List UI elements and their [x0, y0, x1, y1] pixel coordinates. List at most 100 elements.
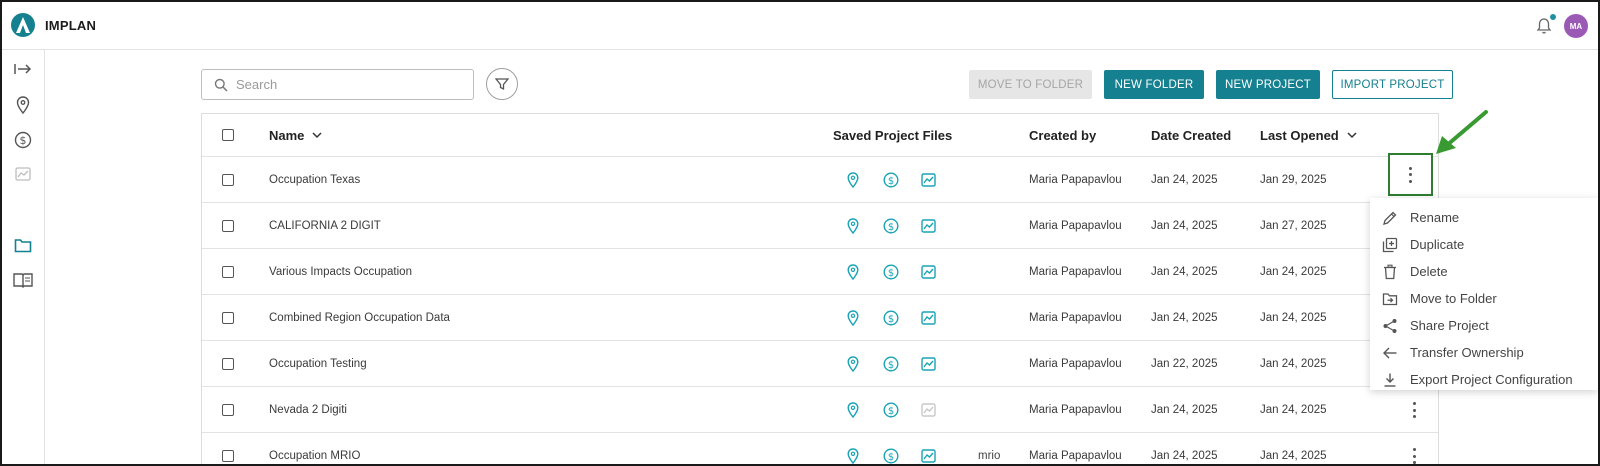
- date-created-header[interactable]: Date Created: [1151, 114, 1231, 156]
- menu-item-move-to-folder[interactable]: Move to Folder: [1370, 285, 1598, 312]
- import-project-button[interactable]: IMPORT PROJECT: [1332, 70, 1453, 99]
- last-opened: Jan 24, 2025: [1260, 312, 1327, 324]
- table-row[interactable]: Occupation Texas $ Maria Papapavlou Jan …: [202, 158, 1438, 203]
- date-created: Jan 22, 2025: [1151, 358, 1218, 370]
- expand-nav-icon[interactable]: [13, 59, 33, 79]
- chart-icon[interactable]: [13, 164, 33, 184]
- created-by: Maria Papapavlou: [1029, 174, 1122, 186]
- table-row[interactable]: CALIFORNIA 2 DIGIT $ Maria Papapavlou Ja…: [202, 204, 1438, 249]
- dollar-icon[interactable]: $: [883, 310, 899, 326]
- pencil-icon: [1382, 210, 1398, 226]
- last-opened-header[interactable]: Last Opened: [1260, 114, 1357, 156]
- more-vertical-icon[interactable]: [1409, 402, 1419, 418]
- chart-icon[interactable]: [920, 172, 936, 188]
- row-checkbox[interactable]: [222, 266, 234, 278]
- table-row[interactable]: Nevada 2 Digiti $ Maria Papapavlou Jan 2…: [202, 388, 1438, 433]
- menu-item-label: Delete: [1410, 264, 1448, 279]
- svg-text:$: $: [888, 268, 894, 279]
- chart-icon[interactable]: [920, 356, 936, 372]
- search-box: [201, 69, 474, 100]
- project-context-menu: Rename Duplicate Delete Move to Folder Share…: [1370, 198, 1598, 390]
- row-checkbox[interactable]: [222, 220, 234, 232]
- svg-text:$: $: [888, 176, 894, 187]
- date-created: Jan 24, 2025: [1151, 312, 1218, 324]
- table-header: Name Saved Project Files Created by Date…: [202, 114, 1438, 157]
- move-to-folder-button[interactable]: MOVE TO FOLDER: [969, 70, 1092, 99]
- location-pin-icon[interactable]: [845, 448, 861, 464]
- row-checkbox[interactable]: [222, 174, 234, 186]
- date-created: Jan 24, 2025: [1151, 266, 1218, 278]
- menu-item-share-project[interactable]: Share Project: [1370, 312, 1598, 339]
- menu-item-duplicate[interactable]: Duplicate: [1370, 231, 1598, 258]
- book-icon[interactable]: [13, 270, 33, 290]
- saved-files-header: Saved Project Files: [833, 127, 953, 143]
- dollar-icon[interactable]: $: [883, 264, 899, 280]
- chart-icon[interactable]: [920, 218, 936, 234]
- location-pin-icon[interactable]: [13, 95, 33, 115]
- dollar-icon[interactable]: $: [883, 356, 899, 372]
- projects-table: Name Saved Project Files Created by Date…: [201, 113, 1439, 466]
- project-name[interactable]: Occupation Testing: [269, 342, 367, 386]
- dollar-icon[interactable]: $: [883, 218, 899, 234]
- table-row[interactable]: Occupation Testing $ Maria Papapavlou Ja…: [202, 342, 1438, 387]
- menu-item-rename[interactable]: Rename: [1370, 204, 1598, 231]
- row-checkbox[interactable]: [222, 450, 234, 462]
- project-name[interactable]: Nevada 2 Digiti: [269, 388, 347, 432]
- table-row[interactable]: Various Impacts Occupation $ Maria Papap…: [202, 250, 1438, 295]
- dollar-icon[interactable]: $: [13, 130, 33, 150]
- chevron-down-icon: [1347, 131, 1357, 138]
- menu-item-label: Rename: [1410, 210, 1460, 225]
- more-vertical-icon[interactable]: [1409, 448, 1419, 464]
- project-name[interactable]: Combined Region Occupation Data: [269, 296, 450, 340]
- menu-item-export-project-configuration[interactable]: Export Project Configuration: [1370, 366, 1598, 393]
- dollar-icon[interactable]: $: [883, 402, 899, 418]
- project-name[interactable]: Occupation Texas: [269, 158, 360, 202]
- row-checkbox[interactable]: [222, 404, 234, 416]
- annotation-arrow-icon: [1436, 110, 1488, 154]
- bell-icon[interactable]: [1536, 17, 1552, 35]
- created-by: Maria Papapavlou: [1029, 404, 1122, 416]
- name-header[interactable]: Name: [269, 114, 322, 156]
- project-name[interactable]: Various Impacts Occupation: [269, 250, 412, 294]
- project-name[interactable]: Occupation MRIO: [269, 434, 360, 466]
- location-pin-icon[interactable]: [845, 172, 861, 188]
- svg-text:$: $: [888, 406, 894, 417]
- created-by-header[interactable]: Created by: [1029, 114, 1096, 156]
- location-pin-icon[interactable]: [845, 310, 861, 326]
- chart-icon[interactable]: [920, 264, 936, 280]
- last-opened: Jan 24, 2025: [1260, 404, 1327, 416]
- saved-files: $: [833, 388, 973, 432]
- row-actions-button-highlighted[interactable]: [1388, 153, 1433, 196]
- menu-item-transfer-ownership[interactable]: Transfer Ownership: [1370, 339, 1598, 366]
- trash-icon: [1382, 264, 1398, 280]
- location-pin-icon[interactable]: [845, 402, 861, 418]
- row-checkbox[interactable]: [222, 312, 234, 324]
- dollar-icon[interactable]: $: [883, 448, 899, 464]
- row-checkbox[interactable]: [222, 358, 234, 370]
- svg-text:$: $: [888, 314, 894, 325]
- folder-icon[interactable]: [13, 235, 33, 255]
- new-folder-button[interactable]: NEW FOLDER: [1104, 70, 1204, 99]
- project-tag: mrio: [978, 450, 1001, 462]
- chart-icon[interactable]: [920, 402, 936, 418]
- last-opened: Jan 24, 2025: [1260, 266, 1327, 278]
- implan-logo-icon[interactable]: [11, 13, 35, 37]
- filter-button[interactable]: [486, 68, 518, 100]
- location-pin-icon[interactable]: [845, 218, 861, 234]
- table-row[interactable]: Occupation MRIO $ mrio Maria Papapavlou …: [202, 434, 1438, 466]
- chart-icon[interactable]: [920, 310, 936, 326]
- table-row[interactable]: Combined Region Occupation Data $ Maria …: [202, 296, 1438, 341]
- last-opened: Jan 24, 2025: [1260, 358, 1327, 370]
- project-name[interactable]: CALIFORNIA 2 DIGIT: [269, 204, 381, 248]
- chart-icon[interactable]: [920, 448, 936, 464]
- menu-item-delete[interactable]: Delete: [1370, 258, 1598, 285]
- search-input[interactable]: [236, 77, 456, 92]
- dollar-icon[interactable]: $: [883, 172, 899, 188]
- avatar[interactable]: MA: [1564, 14, 1588, 38]
- menu-item-label: Duplicate: [1410, 237, 1465, 252]
- location-pin-icon[interactable]: [845, 264, 861, 280]
- location-pin-icon[interactable]: [845, 356, 861, 372]
- select-all-checkbox[interactable]: [222, 129, 234, 141]
- new-project-button[interactable]: NEW PROJECT: [1216, 70, 1320, 99]
- last-opened: Jan 27, 2025: [1260, 220, 1327, 232]
